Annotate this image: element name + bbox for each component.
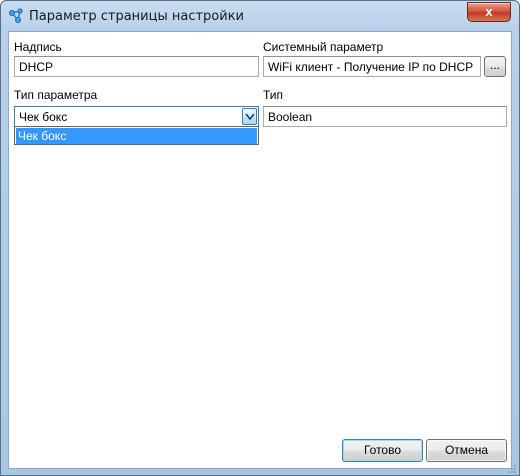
dialog-window: Параметр страницы настройки x Надпись Си…: [0, 0, 520, 476]
param-type-label: Тип параметра: [14, 88, 98, 102]
browse-button[interactable]: ...: [484, 56, 506, 77]
dropdown-option-checkbox[interactable]: Чек бокс: [16, 128, 257, 144]
ok-button[interactable]: Готово: [342, 439, 423, 462]
param-type-dropdown-list: Чек бокс: [14, 126, 259, 145]
dialog-content: Надпись Системный параметр DHCP WiFi кли…: [8, 31, 512, 469]
close-icon: x: [485, 4, 493, 19]
title-bar[interactable]: Параметр страницы настройки x: [1, 1, 519, 31]
cancel-button[interactable]: Отмена: [426, 439, 507, 462]
type-label: Тип: [263, 88, 284, 102]
type-input[interactable]: Boolean: [263, 106, 507, 127]
param-type-selected-value: Чек бокс: [19, 110, 68, 124]
caption-label: Надпись: [14, 40, 62, 54]
system-param-label: Системный параметр: [263, 40, 384, 54]
caption-input[interactable]: DHCP: [14, 56, 259, 77]
close-button[interactable]: x: [467, 2, 511, 22]
param-type-select[interactable]: Чек бокс: [14, 106, 259, 127]
resize-grip-icon[interactable]: [507, 463, 517, 473]
chevron-down-icon: [245, 113, 255, 121]
system-param-input[interactable]: WiFi клиент - Получение IP по DHCP: [263, 56, 481, 77]
dropdown-toggle[interactable]: [242, 108, 257, 125]
network-nodes-icon: [8, 8, 24, 24]
window-title: Параметр страницы настройки: [29, 9, 244, 24]
